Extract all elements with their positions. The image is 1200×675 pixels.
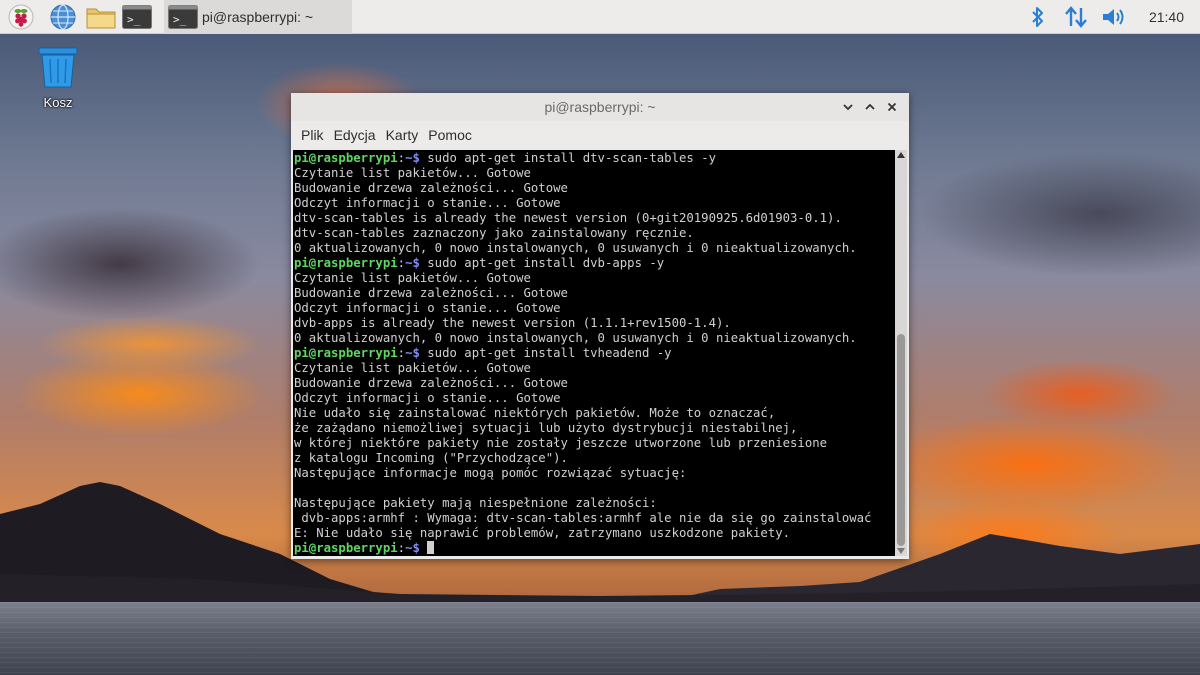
- top-panel: >_ >_ pi@raspberrypi: ~ 21:40: [0, 0, 1200, 34]
- terminal-output-line: dvb-apps is already the newest version (…: [294, 316, 731, 330]
- taskbar-window-button[interactable]: >_ pi@raspberrypi: ~: [164, 0, 352, 34]
- taskbar-window-label: pi@raspberrypi: ~: [202, 9, 314, 25]
- prompt-separator: :: [397, 346, 406, 360]
- terminal-output-line: Budowanie drzewa zależności... Gotowe: [294, 286, 568, 300]
- prompt-separator: :: [397, 151, 406, 165]
- vertical-scrollbar[interactable]: [895, 150, 907, 556]
- terminal-output-line: Budowanie drzewa zależności... Gotowe: [294, 376, 568, 390]
- terminal-output-line: z katalogu Incoming ("Przychodzące").: [294, 451, 568, 465]
- prompt-user: pi@raspberrypi: [294, 256, 398, 270]
- trash-icon: [38, 47, 78, 88]
- terminal-output-line: E: Nie udało się naprawić problemów, zat…: [294, 526, 791, 540]
- prompt-user: pi@raspberrypi: [294, 151, 398, 165]
- window-titlebar[interactable]: pi@raspberrypi: ~: [291, 93, 909, 121]
- maximize-button[interactable]: [862, 99, 878, 115]
- terminal-output-line: Nie udało się zainstalować niektórych pa…: [294, 406, 776, 420]
- terminal-output-line: w której niektóre pakiety nie zostały je…: [294, 436, 828, 450]
- raspberry-menu-icon[interactable]: [8, 4, 34, 30]
- terminal-output-line: 0 aktualizowanych, 0 nowo instalowanych,…: [294, 241, 857, 255]
- prompt-user: pi@raspberrypi: [294, 541, 398, 555]
- prompt-dollar: $: [412, 541, 420, 555]
- terminal-command-line: pi@raspberrypi:~$ sudo apt-get install t…: [294, 346, 871, 361]
- text-cursor: [427, 541, 435, 554]
- terminal-icon[interactable]: >_: [122, 4, 152, 30]
- terminal-command-line: pi@raspberrypi:~$ sudo apt-get install d…: [294, 256, 871, 271]
- terminal-output-line: że zażądano niemożliwej sytuacji lub uży…: [294, 421, 798, 435]
- terminal-icon: >_: [168, 5, 198, 29]
- chevron-up-icon: [865, 103, 875, 110]
- prompt-user: pi@raspberrypi: [294, 346, 398, 360]
- prompt-dollar: $: [412, 256, 420, 270]
- scroll-up-arrow-icon[interactable]: [895, 150, 907, 160]
- file-manager-icon[interactable]: [86, 4, 116, 30]
- command-text: sudo apt-get install dvb-apps -y: [419, 256, 665, 270]
- terminal-output-line: Odczyt informacji o stanie... Gotowe: [294, 301, 561, 315]
- prompt-separator: :: [397, 256, 406, 270]
- trash-desktop-icon[interactable]: Kosz: [30, 46, 86, 110]
- menu-plik[interactable]: Plik: [301, 127, 333, 143]
- prompt-dollar: $: [412, 346, 420, 360]
- terminal-output-line: dtv-scan-tables zaznaczony jako zainstal…: [294, 226, 694, 240]
- svg-text:>_: >_: [173, 13, 187, 26]
- terminal-output-line: dvb-apps:armhf : Wymaga: dtv-scan-tables…: [294, 511, 872, 525]
- chevron-down-icon: [843, 104, 853, 111]
- command-text: sudo apt-get install tvheadend -y: [419, 346, 672, 360]
- terminal-output-line: Czytanie list pakietów... Gotowe: [294, 271, 531, 285]
- menu-pomoc[interactable]: Pomoc: [428, 127, 481, 143]
- terminal-command-line: pi@raspberrypi:~$: [294, 541, 871, 556]
- scrollbar-thumb[interactable]: [897, 334, 905, 546]
- terminal-output-line: Odczyt informacji o stanie... Gotowe: [294, 196, 561, 210]
- terminal-output-line: Budowanie drzewa zależności... Gotowe: [294, 181, 568, 195]
- close-button[interactable]: [884, 99, 900, 115]
- volume-icon[interactable]: [1100, 5, 1128, 29]
- bluetooth-icon[interactable]: [1028, 5, 1048, 29]
- terminal-window: pi@raspberrypi: ~ Plik Edycja Karty Pomo…: [291, 93, 909, 559]
- terminal-output-line: dtv-scan-tables is already the newest ve…: [294, 211, 842, 225]
- scroll-down-arrow-icon[interactable]: [895, 546, 907, 556]
- web-browser-icon[interactable]: [50, 4, 76, 30]
- minimize-button[interactable]: [840, 99, 856, 115]
- terminal-output-line: Czytanie list pakietów... Gotowe: [294, 361, 531, 375]
- trash-label: Kosz: [43, 95, 73, 110]
- prompt-dollar: $: [412, 151, 420, 165]
- terminal-command-line: pi@raspberrypi:~$ sudo apt-get install d…: [294, 151, 871, 166]
- terminal-output-line: Następujące pakiety mają niespełnione za…: [294, 496, 657, 510]
- menu-edycja[interactable]: Edycja: [334, 127, 385, 143]
- menu-bar: Plik Edycja Karty Pomoc: [291, 121, 909, 149]
- menu-karty[interactable]: Karty: [386, 127, 428, 143]
- prompt-separator: :: [397, 541, 406, 555]
- terminal-output-line: Czytanie list pakietów... Gotowe: [294, 166, 531, 180]
- terminal-output[interactable]: pi@raspberrypi:~$ sudo apt-get install d…: [293, 150, 895, 556]
- clock[interactable]: 21:40: [1149, 0, 1184, 34]
- command-text: [420, 541, 427, 555]
- wallpaper-lake: [0, 602, 1200, 675]
- command-text: sudo apt-get install dtv-scan-tables -y: [419, 151, 717, 165]
- svg-text:>_: >_: [127, 13, 141, 26]
- network-icon[interactable]: [1062, 5, 1090, 29]
- terminal-output-line: Odczyt informacji o stanie... Gotowe: [294, 391, 561, 405]
- close-icon: [887, 102, 897, 112]
- terminal-output-line: Następujące informacje mogą pomóc rozwią…: [294, 466, 687, 480]
- terminal-text: pi@raspberrypi:~$ sudo apt-get install d…: [294, 151, 871, 556]
- window-title: pi@raspberrypi: ~: [544, 99, 656, 115]
- terminal-output-line: 0 aktualizowanych, 0 nowo instalowanych,…: [294, 331, 857, 345]
